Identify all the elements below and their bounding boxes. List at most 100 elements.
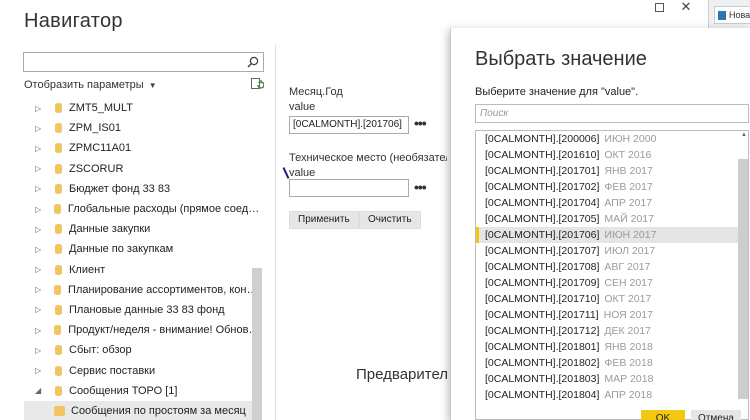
value-list: ▲ [0CALMONTH].[200006] ИЮН 2000 [0CALMONTH… [475,130,749,420]
dialog-search-input[interactable]: Поиск [475,104,749,123]
database-icon [54,325,62,336]
list-item[interactable]: [0CALMONTH].[201804] АПР 2018 [476,387,748,403]
tree-item-label: Продукт/неделя - внимание! Обновите... [68,324,262,337]
tech-place-field[interactable] [289,179,409,197]
collapsed-triangle-icon[interactable]: ▷ [24,205,46,214]
tree-item[interactable]: ◢ Сообщения ТОРО [1] [24,381,262,401]
collapsed-triangle-icon[interactable]: ▷ [24,184,47,193]
collapsed-triangle-icon[interactable]: ▷ [24,144,47,153]
select-value-dialog: Выбрать значение Выберите значение для "… [450,28,750,420]
expanded-triangle-icon[interactable]: ◢ [24,386,47,395]
list-item-hint: СЕН 2017 [604,277,653,289]
list-item[interactable]: [0CALMONTH].[201708] АВГ 2017 [476,259,748,275]
tree-item[interactable]: ▷ Плановые данные 33 83 фонд [24,300,262,320]
tech-place-sublabel: value [289,167,316,179]
list-item[interactable]: [0CALMONTH].[201802] ФЕВ 2018 [476,355,748,371]
clear-button[interactable]: Очистить [359,211,421,229]
database-icon [55,143,62,154]
list-item-code: [0CALMONTH].[201804] [485,389,600,401]
collapsed-triangle-icon[interactable]: ▷ [24,164,47,173]
list-item[interactable]: [0CALMONTH].[201610] ОКТ 2016 [476,147,748,163]
tree-child-label: Сообщения по простоям за месяц [71,404,246,417]
collapsed-triangle-icon[interactable]: ▷ [24,245,47,254]
list-item-hint: МАР 2018 [604,373,654,385]
collapsed-triangle-icon[interactable]: ▷ [24,225,47,234]
search-icon[interactable] [243,53,263,71]
tree-item-label: Глобальные расходы (прямое соединен... [67,203,262,216]
list-item[interactable]: [0CALMONTH].[201711] НОЯ 2017 [476,307,748,323]
apply-button[interactable]: Применить [289,211,359,229]
list-item-hint: ОКТ 2016 [604,149,652,161]
tree-item-child[interactable]: Сообщения по простоям за месяц [24,400,262,420]
tech-place-more-button[interactable]: ••• [414,179,427,195]
collapsed-triangle-icon[interactable]: ▷ [24,326,46,335]
collapsed-triangle-icon[interactable]: ▷ [24,366,47,375]
tree-item[interactable]: ▷ Глобальные расходы (прямое соединен... [24,199,262,219]
list-item[interactable]: [0CALMONTH].[201710] ОКТ 2017 [476,291,748,307]
list-item[interactable]: [0CALMONTH].[201705] МАЙ 2017 [476,211,748,227]
database-icon [55,183,62,194]
tree-item[interactable]: ▷ ZMT5_MULT [24,98,262,118]
navigator-search-input[interactable] [23,52,264,72]
database-icon [55,304,62,315]
list-item-code: [0CALMONTH].[201708] [485,261,600,273]
tree-scrollbar-thumb[interactable] [252,268,262,420]
list-item-code: [0CALMONTH].[201705] [485,213,600,225]
list-item[interactable]: [0CALMONTH].[201803] МАР 2018 [476,371,748,387]
maximize-icon[interactable] [655,3,664,12]
close-icon[interactable]: ✕ [678,0,694,16]
month-year-label: Месяц.Год [289,86,343,98]
list-item-hint: НОЯ 2017 [603,309,653,321]
refresh-icon[interactable] [250,77,264,91]
tree-item[interactable]: ▷ ZPMC11A01 [24,138,262,158]
list-item[interactable]: [0CALMONTH].[201712] ДЕК 2017 [476,323,748,339]
list-item-hint: ИЮН 2000 [604,133,657,145]
database-icon [55,163,62,174]
month-year-more-button[interactable]: ••• [414,115,427,131]
list-item[interactable]: [0CALMONTH].[201702] ФЕВ 2017 [476,179,748,195]
tree-item[interactable]: ▷ Данные закупки [24,219,262,239]
tree-item-label: Бюджет фонд 33 83 [69,182,171,195]
cancel-button[interactable]: Отмена [691,410,741,420]
list-item[interactable]: [0CALMONTH].[201704] АПР 2017 [476,195,748,211]
tree-item[interactable]: ▷ Бюджет фонд 33 83 [24,179,262,199]
tree-item[interactable]: ▷ ZPM_IS01 [24,118,262,138]
ok-button[interactable]: OK [641,410,685,420]
cube-icon [54,405,65,416]
tree-item[interactable]: ▷ Планирование ассортиментов, контрол... [24,280,262,300]
list-item[interactable]: [0CALMONTH].[201709] СЕН 2017 [476,275,748,291]
month-year-field[interactable]: [0CALMONTH].[201706] [289,116,409,134]
display-options-dropdown[interactable]: Отобразить параметры ▼ [24,79,157,91]
collapsed-triangle-icon[interactable]: ▷ [24,104,47,113]
value-list-scrollbar-thumb[interactable] [738,159,748,399]
tree-item[interactable]: ▷ Продукт/неделя - внимание! Обновите... [24,320,262,340]
list-item[interactable]: [0CALMONTH].[201701] ЯНВ 2017 [476,163,748,179]
pane-divider [275,45,276,420]
database-icon [55,264,62,275]
tree-item[interactable]: ▷ Сбыт: обзор [24,340,262,360]
database-icon [55,103,62,114]
list-item-hint: ДЕК 2017 [604,325,651,337]
new-button[interactable]: Нова [714,6,750,24]
collapsed-triangle-icon[interactable]: ▷ [24,265,47,274]
list-item-code: [0CALMONTH].[201704] [485,197,600,209]
tree-item[interactable]: ▷ Данные по закупкам [24,239,262,259]
collapsed-triangle-icon[interactable]: ▷ [24,346,47,355]
list-item[interactable]: [0CALMONTH].[201707] ИЮЛ 2017 [476,243,748,259]
tree-item-label: Сервис поставки [69,364,156,377]
tree-item[interactable]: ▷ Сервис поставки [24,360,262,380]
collapsed-triangle-icon[interactable]: ▷ [24,124,47,133]
tree-item-label: ZPMC11A01 [69,142,132,155]
list-item-code: [0CALMONTH].[201710] [485,293,600,305]
scroll-up-icon[interactable]: ▲ [741,132,747,138]
tree-item[interactable]: ▷ Клиент [24,260,262,280]
collapsed-triangle-icon[interactable]: ▷ [24,285,46,294]
collapsed-triangle-icon[interactable]: ▷ [24,305,47,314]
list-item[interactable]: [0CALMONTH].[201801] ЯНВ 2018 [476,339,748,355]
tree-item[interactable]: ▷ ZSCORUR [24,159,262,179]
tree-item-label: Планирование ассортиментов, контрол... [68,283,262,296]
list-item[interactable]: [0CALMONTH].[201706] ИЮН 2017 [476,227,748,243]
database-icon [54,284,62,295]
list-item[interactable]: [0CALMONTH].[200006] ИЮН 2000 [476,131,748,147]
list-item-hint: АПР 2017 [604,197,653,209]
